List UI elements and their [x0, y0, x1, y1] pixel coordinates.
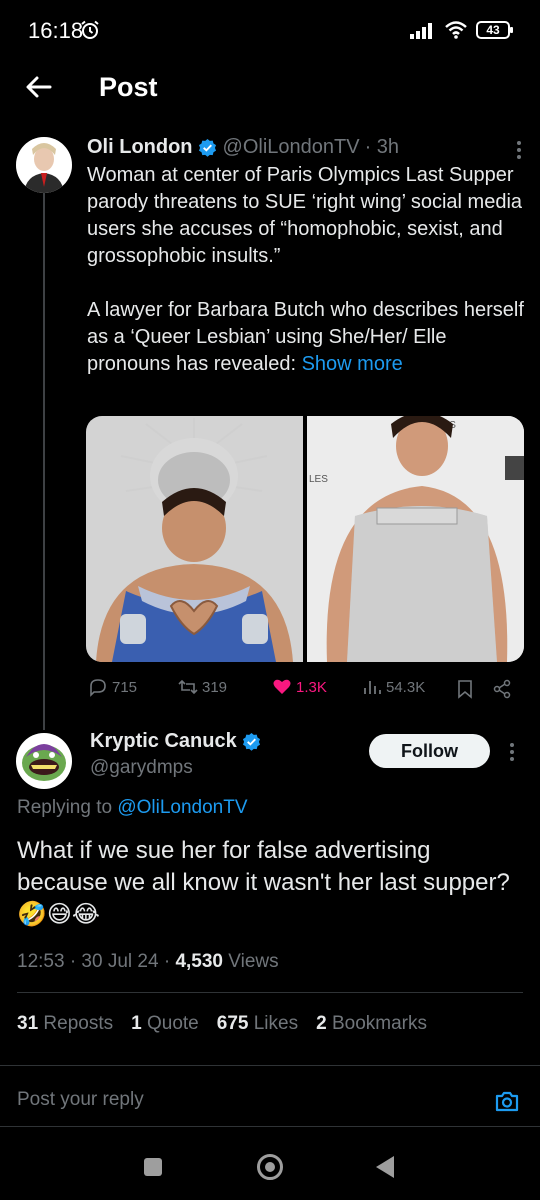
divider	[0, 1065, 540, 1066]
home-button[interactable]	[257, 1154, 283, 1180]
reply-action[interactable]: 715	[88, 677, 137, 697]
quotes-stat[interactable]: 1 Quote	[131, 1013, 199, 1035]
alarm-icon	[81, 20, 99, 39]
system-nav-bar	[0, 1130, 540, 1200]
reply-author-name[interactable]: Kryptic Canuck	[90, 730, 237, 753]
tweet-text: Woman at center of Paris Olympics Last S…	[87, 162, 527, 378]
bookmarks-count: 2	[316, 1013, 327, 1034]
post-timestamp: 12:53 · 30 Jul 24 ·	[17, 951, 176, 972]
repost-icon	[178, 679, 198, 695]
engagement-stats: 31 Reposts 1 Quote 675 Likes 2 Bookmarks	[17, 1013, 427, 1035]
divider	[17, 992, 523, 993]
recents-button[interactable]	[144, 1158, 162, 1176]
reposts-label: Reposts	[43, 1013, 114, 1034]
header: Post	[0, 60, 540, 116]
post-time: · 3h	[364, 135, 400, 158]
page-title: Post	[99, 72, 158, 102]
more-options-icon[interactable]	[509, 140, 529, 160]
repost-action[interactable]: 319	[178, 677, 227, 697]
follow-button[interactable]: Follow	[369, 734, 490, 768]
back-arrow-icon[interactable]	[24, 72, 54, 102]
reply-count: 715	[112, 678, 138, 696]
show-more-link[interactable]: Show more	[302, 353, 403, 375]
likes-count: 675	[216, 1013, 249, 1034]
media-image-left[interactable]	[86, 416, 303, 662]
likes-stat[interactable]: 675 Likes	[217, 1013, 298, 1035]
verified-badge-icon	[198, 138, 216, 157]
battery-level: 43	[486, 23, 500, 37]
quotes-label: Quote	[146, 1013, 199, 1034]
replying-prefix: Replying to	[17, 797, 118, 818]
post-meta: 12:53 · 30 Jul 24 · 4,530 Views	[17, 951, 279, 973]
battery-indicator: 43	[476, 21, 513, 39]
views-action[interactable]: 54.3K	[362, 677, 425, 697]
author-handle[interactable]: @OliLondonTV	[223, 136, 360, 159]
avatar[interactable]	[16, 733, 72, 789]
reply-input[interactable]: Post your reply	[17, 1089, 144, 1111]
thread-line	[43, 190, 45, 730]
bookmarks-stat[interactable]: 2 Bookmarks	[316, 1013, 427, 1035]
views-chart-icon	[364, 681, 381, 694]
bookmark-icon[interactable]	[456, 679, 474, 699]
likes-label: Likes	[253, 1013, 299, 1034]
tweet-body: Woman at center of Paris Olympics Last S…	[87, 164, 524, 375]
share-icon[interactable]	[492, 679, 512, 699]
svg-text:LES: LES	[309, 474, 328, 485]
media-grid[interactable]: LES LES	[86, 416, 524, 662]
reply-author-row[interactable]: Kryptic Canuck	[90, 730, 267, 753]
more-options-icon[interactable]	[502, 742, 522, 762]
replying-to: Replying to @OliLondonTV	[17, 797, 248, 819]
system-back-button[interactable]	[376, 1156, 394, 1178]
divider	[0, 1126, 540, 1127]
original-tweet[interactable]: Oli London @OliLondonTV · 3h Woman at ce…	[87, 132, 527, 378]
like-action[interactable]: 1.3K	[272, 677, 327, 697]
views-count: 54.3K	[386, 678, 426, 696]
repost-count: 319	[202, 678, 228, 696]
like-count: 1.3K	[296, 678, 327, 696]
verified-badge-icon	[242, 732, 260, 751]
post-views-count: 4,530	[175, 951, 223, 972]
reply-text: What if we sue her for false advertising…	[17, 837, 510, 928]
reposts-stat[interactable]: 31 Reposts	[17, 1013, 113, 1035]
reply-icon	[90, 679, 106, 697]
bookmarks-label: Bookmarks	[331, 1013, 427, 1034]
media-image-right[interactable]: LES LES	[307, 416, 524, 662]
status-time: 16:18	[28, 18, 84, 43]
avatar[interactable]	[16, 137, 72, 193]
signal-icon	[410, 23, 432, 39]
quotes-count: 1	[131, 1013, 142, 1034]
reposts-count: 31	[17, 1013, 39, 1034]
camera-icon[interactable]	[494, 1088, 520, 1114]
author-name[interactable]: Oli London	[87, 136, 193, 159]
replying-mention-link[interactable]: @OliLondonTV	[117, 797, 247, 818]
wifi-icon	[445, 21, 467, 39]
heart-icon	[273, 679, 291, 694]
post-views-label: Views	[222, 951, 279, 972]
reply-author-handle[interactable]: @garydmps	[90, 757, 193, 779]
tweet-actions: 715 319 1.3K 54.3K	[86, 675, 526, 703]
status-bar: 16:18 43	[0, 0, 540, 60]
